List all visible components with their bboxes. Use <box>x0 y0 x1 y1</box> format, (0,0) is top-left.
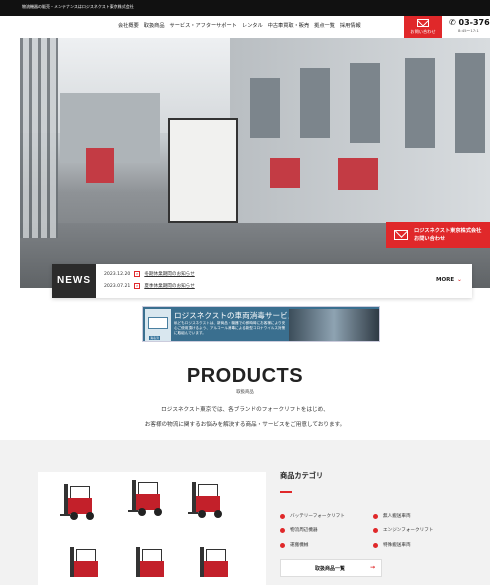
forklift-image <box>196 547 242 585</box>
nav-item-recruit[interactable]: 採用情報 <box>340 22 361 29</box>
forklift-image <box>66 547 112 585</box>
van-icon <box>148 317 168 329</box>
category-label: 特殊搬送車両 <box>383 543 411 548</box>
forklift-image <box>128 480 174 520</box>
forklift-image <box>60 484 106 524</box>
news-box: NEWS 2023.12.20 P 冬期休業期間のお知らせ 2023.07.21… <box>52 264 472 298</box>
contact-button[interactable]: お問い合わせ <box>404 16 442 38</box>
news-title[interactable]: 夏季休業期間のお知らせ <box>144 283 194 289</box>
bullet-icon <box>373 513 378 519</box>
news-item[interactable]: 2023.12.20 P 冬期休業期間のお知らせ <box>104 271 195 277</box>
category-item-transport-machinery[interactable]: 運搬機械 <box>280 542 308 548</box>
category-label: 運搬機械 <box>290 543 309 548</box>
hero-rack <box>20 38 58 238</box>
products-description-line2: お客様の物流に関するお悩みを解決する商品・サービスをご用意しております。 <box>144 422 346 428</box>
arrow-right-icon: → <box>370 564 376 571</box>
product-list-button-label: 取扱商品一覧 <box>315 566 346 572</box>
category-item-agv[interactable]: 無人搬送車両 <box>373 513 411 519</box>
top-strip-text: 物流機器の販売・メンテナンスはロジスネクスト東京株式会社 <box>22 4 134 9</box>
bullet-icon <box>280 542 285 548</box>
hero-contact-label: お問い合わせ <box>414 236 446 242</box>
news-title[interactable]: 冬期休業期間のお知らせ <box>144 271 194 277</box>
nav-item-company[interactable]: 会社概要 <box>118 22 139 29</box>
category-label: 無人搬送車両 <box>383 514 411 519</box>
category-title: 商品カテゴリ <box>280 471 324 480</box>
banner-image-right <box>289 309 379 341</box>
forklift-image <box>188 482 234 522</box>
nav-item-rental[interactable]: レンタル <box>242 22 263 29</box>
banner-title: ロジスネクストの車両消毒サービス <box>174 311 296 320</box>
product-list-button[interactable]: 取扱商品一覧 → <box>280 559 382 577</box>
products-subtitle: 取扱商品 <box>236 390 254 395</box>
nav-item-products[interactable]: 取扱商品 <box>144 22 165 29</box>
category-item-engine-forklift[interactable]: エンジンフォークリフト <box>373 527 433 533</box>
hero-building-right <box>230 38 490 223</box>
bullet-icon <box>280 527 285 533</box>
category-label: エンジンフォークリフト <box>383 528 434 533</box>
pdf-icon: P <box>134 283 141 289</box>
category-item-battery-forklift[interactable]: バッテリーフォークリフト <box>280 513 345 519</box>
nav-item-used[interactable]: 中古車買取・販売 <box>268 22 310 29</box>
phone-number-text: 03-3767-33 <box>458 18 490 27</box>
category-label: バッテリーフォークリフト <box>290 514 345 519</box>
chevron-down-icon: ⌄ <box>457 277 462 283</box>
news-more-label: MORE <box>436 277 455 283</box>
news-item[interactable]: 2023.07.21 P 夏季休業期間のお知らせ <box>104 283 195 289</box>
banner-image-left: 消毒済 <box>145 309 171 341</box>
top-strip: 物流機器の販売・メンテナンスはロジスネクスト東京株式会社 <box>0 0 490 16</box>
hero-contact-button[interactable]: ロジスネクスト東京株式会社 お問い合わせ <box>386 222 490 248</box>
banner-description: 私どもロジスネクストは、新商品・機器での即時時にお客様により安心ご使用頂けるよう… <box>174 321 286 335</box>
forklift-image <box>132 547 178 585</box>
mail-icon <box>394 230 408 240</box>
category-item-logistics-equipment[interactable]: 物流周辺機器 <box>280 527 318 533</box>
category-item-special-vehicles[interactable]: 特殊搬送車両 <box>373 542 411 548</box>
sanitize-service-banner[interactable]: 消毒済 ロジスネクストの車両消毒サービス 私どもロジスネクストは、新商品・機器で… <box>142 306 380 342</box>
news-label: NEWS <box>52 264 96 298</box>
category-accent-line <box>280 491 292 493</box>
hero-red-cart <box>86 148 114 183</box>
news-date: 2023.12.20 <box>104 271 131 277</box>
hero-red-cart <box>270 158 300 188</box>
bullet-icon <box>373 527 378 533</box>
category-label: 物流周辺機器 <box>290 528 318 533</box>
hero-contact-company: ロジスネクスト東京株式会社 <box>414 228 482 234</box>
phone-number[interactable]: ✆ 03-3767-33 <box>449 18 490 27</box>
hero-forklift <box>168 118 238 223</box>
nav-item-locations[interactable]: 拠点一覧 <box>314 22 335 29</box>
news-date: 2023.07.21 <box>104 283 131 289</box>
nav-item-service[interactable]: サービス・アフターサポート <box>170 22 237 29</box>
bullet-icon <box>280 513 285 519</box>
contact-button-label: お問い合わせ <box>410 29 436 34</box>
products-image-card[interactable] <box>38 472 266 585</box>
main-nav: 会社概要 取扱商品 サービス・アフターサポート レンタル 中古車買取・販売 拠点… <box>118 22 361 29</box>
products-title: PRODUCTS <box>186 365 304 387</box>
mail-icon <box>417 19 429 27</box>
hero-red-cart <box>338 158 378 190</box>
pdf-icon: P <box>134 271 141 277</box>
news-more-link[interactable]: MORE ⌄ <box>436 277 462 283</box>
bullet-icon <box>373 542 378 548</box>
phone-hours: 8:45〜17:1 <box>458 28 479 33</box>
banner-stamp: 消毒済 <box>149 336 161 340</box>
hero-image <box>20 38 490 288</box>
products-description-line1: ロジスネクスト東京では、各ブランドのフォークリフトをはじめ、 <box>161 407 329 413</box>
